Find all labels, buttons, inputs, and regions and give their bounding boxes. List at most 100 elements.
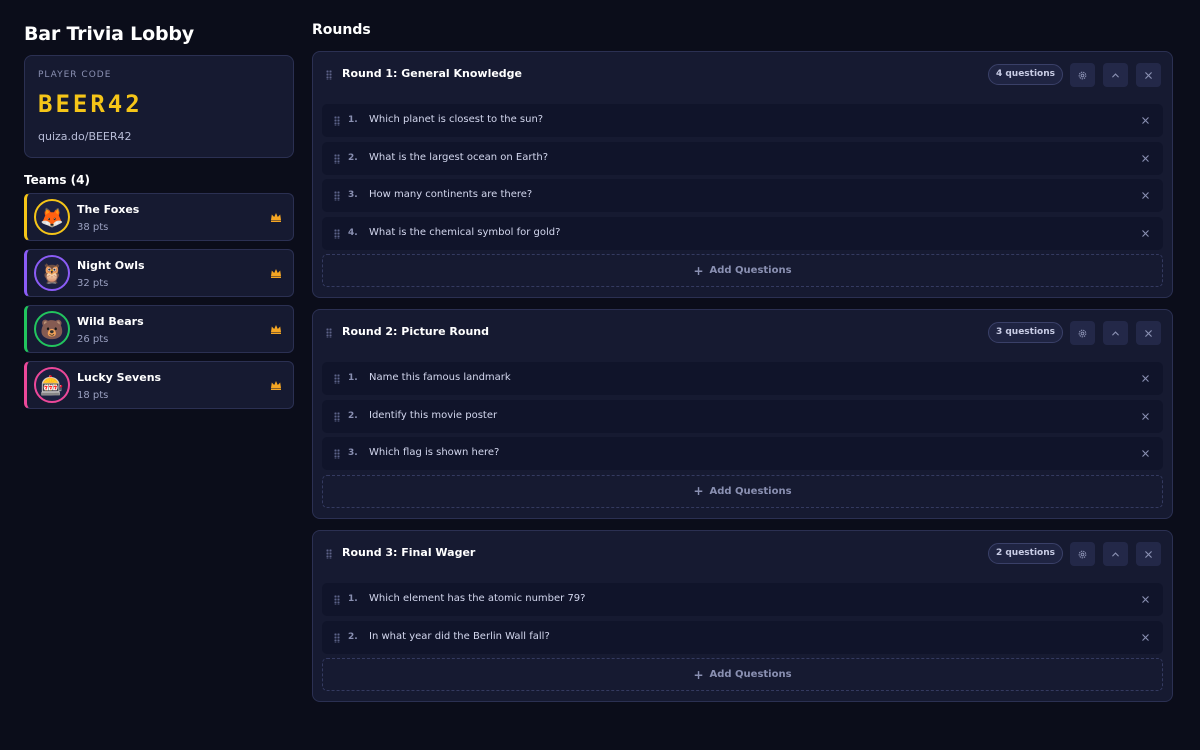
crown-icon[interactable] <box>270 211 282 223</box>
drag-handle-icon[interactable] <box>326 549 332 559</box>
add-questions-label: Add Questions <box>709 265 792 276</box>
add-questions-label: Add Questions <box>709 669 792 680</box>
player-code-card: PLAYER CODE BEER42 quiza.do/BEER42 <box>24 55 294 158</box>
drag-handle-icon[interactable] <box>326 328 332 338</box>
move-up-button[interactable] <box>1103 321 1128 345</box>
close-icon <box>1145 550 1152 558</box>
close-icon[interactable] <box>1141 595 1150 604</box>
question-row[interactable]: 4. What is the chemical symbol for gold? <box>322 216 1163 250</box>
round-title: Round 1: General Knowledge <box>342 67 523 80</box>
drag-handle-icon[interactable] <box>334 595 340 605</box>
question-row[interactable]: 3. How many continents are there? <box>322 179 1163 212</box>
drag-handle-icon[interactable] <box>334 116 340 126</box>
page-title: Bar Trivia Lobby <box>24 23 194 45</box>
question-text: Name this famous landmark <box>369 372 511 383</box>
question-list: 1. Name this famous landmark 2. Identify… <box>313 356 1172 470</box>
team-card[interactable]: 🦉 Night Owls 32 pts <box>24 249 294 297</box>
question-row[interactable]: 2. Identify this movie poster <box>322 399 1163 433</box>
close-icon[interactable] <box>1141 154 1150 163</box>
rounds-heading: Rounds <box>312 22 371 38</box>
player-code-link[interactable]: quiza.do/BEER42 <box>38 130 280 144</box>
round-title: Round 3: Final Wager <box>342 546 476 559</box>
delete-round-button[interactable] <box>1136 63 1161 87</box>
team-points: 32 pts <box>77 278 109 289</box>
close-icon[interactable] <box>1141 633 1150 642</box>
add-questions-button[interactable]: + Add Questions <box>322 254 1163 287</box>
crown-icon[interactable] <box>270 379 282 391</box>
move-up-button[interactable] <box>1103 63 1128 87</box>
question-list: 1. Which element has the atomic number 7… <box>313 577 1172 654</box>
close-icon <box>1145 329 1152 337</box>
drag-handle-icon[interactable] <box>334 632 340 643</box>
delete-round-button[interactable] <box>1136 542 1161 566</box>
question-number: 2. <box>348 152 358 163</box>
question-number: 4. <box>348 227 358 238</box>
add-questions-label: Add Questions <box>709 485 792 497</box>
drag-handle-icon[interactable] <box>334 228 340 239</box>
team-card[interactable]: 🐻 Wild Bears 26 pts <box>24 305 294 353</box>
close-icon[interactable] <box>1141 191 1150 200</box>
close-icon[interactable] <box>1141 374 1150 383</box>
team-points: 18 pts <box>77 390 109 401</box>
move-up-button[interactable] <box>1103 542 1128 566</box>
question-number: 2. <box>348 631 358 642</box>
question-row[interactable]: 2. In what year did the Berlin Wall fall… <box>322 620 1163 654</box>
drag-handle-icon[interactable] <box>334 153 340 164</box>
drag-handle-icon[interactable] <box>326 70 332 80</box>
add-questions-button[interactable]: + Add Questions <box>322 474 1163 508</box>
question-row[interactable]: 3. Which flag is shown here? <box>322 437 1163 470</box>
round-header: Round 3: Final Wager 2 questions <box>313 531 1172 577</box>
drag-handle-icon[interactable] <box>334 374 340 384</box>
question-number: 2. <box>348 410 358 421</box>
round-settings-button[interactable] <box>1070 542 1095 566</box>
close-icon[interactable] <box>1141 229 1150 238</box>
add-questions-button[interactable]: + Add Questions <box>322 658 1163 691</box>
round-card: Round 2: Picture Round 3 questions 1. Na… <box>312 309 1173 519</box>
teams-heading: Teams (4) <box>24 173 90 187</box>
question-row[interactable]: 2. What is the largest ocean on Earth? <box>322 141 1163 175</box>
team-points: 26 pts <box>77 334 109 345</box>
round-settings-button[interactable] <box>1070 321 1095 345</box>
question-number: 1. <box>348 115 358 125</box>
question-number: 1. <box>348 373 358 383</box>
team-card[interactable]: 🦊 The Foxes 38 pts <box>24 193 294 241</box>
owl-icon: 🦉 <box>34 255 70 291</box>
round-card: Round 1: General Knowledge 4 questions 1… <box>312 51 1173 298</box>
question-text: What is the largest ocean on Earth? <box>369 151 549 163</box>
gear-icon <box>1078 71 1087 79</box>
drag-handle-icon[interactable] <box>334 449 340 459</box>
crown-icon[interactable] <box>270 323 282 335</box>
team-name: The Foxes <box>77 203 140 216</box>
round-title: Round 2: Picture Round <box>342 325 489 338</box>
round-card: Round 3: Final Wager 2 questions 1. Whic… <box>312 530 1173 702</box>
question-text: Which element has the atomic number 79? <box>369 593 586 604</box>
drag-handle-icon[interactable] <box>334 191 340 201</box>
gear-icon <box>1078 329 1087 337</box>
crown-icon[interactable] <box>270 267 282 279</box>
question-count-badge: 3 questions <box>987 322 1063 343</box>
close-icon[interactable] <box>1141 412 1150 421</box>
question-row[interactable]: 1. Name this famous landmark <box>322 362 1163 395</box>
plus-icon: + <box>693 667 704 682</box>
plus-icon: + <box>693 263 704 278</box>
question-row[interactable]: 1. Which element has the atomic number 7… <box>322 583 1163 616</box>
question-text: In what year did the Berlin Wall fall? <box>369 630 550 642</box>
delete-round-button[interactable] <box>1136 321 1161 345</box>
bear-icon: 🐻 <box>34 311 70 347</box>
left-panel: Bar Trivia Lobby PLAYER CODE BEER42 quiz… <box>24 20 294 417</box>
question-text: How many continents are there? <box>369 189 533 200</box>
team-list: 🦊 The Foxes 38 pts 🦉 Night Owls 32 pts 🐻… <box>24 193 294 409</box>
gear-icon <box>1078 550 1087 558</box>
close-icon[interactable] <box>1141 449 1150 458</box>
team-name: Night Owls <box>77 259 145 272</box>
drag-handle-icon[interactable] <box>334 411 340 422</box>
round-settings-button[interactable] <box>1070 63 1095 87</box>
slot-machine-icon: 🎰 <box>34 367 70 403</box>
close-icon[interactable] <box>1141 116 1150 125</box>
team-card[interactable]: 🎰 Lucky Sevens 18 pts <box>24 361 294 409</box>
question-number: 3. <box>348 190 358 200</box>
question-text: Identify this movie poster <box>369 409 498 421</box>
question-number: 3. <box>348 448 358 458</box>
question-text: Which flag is shown here? <box>369 447 500 458</box>
question-row[interactable]: 1. Which planet is closest to the sun? <box>322 104 1163 137</box>
